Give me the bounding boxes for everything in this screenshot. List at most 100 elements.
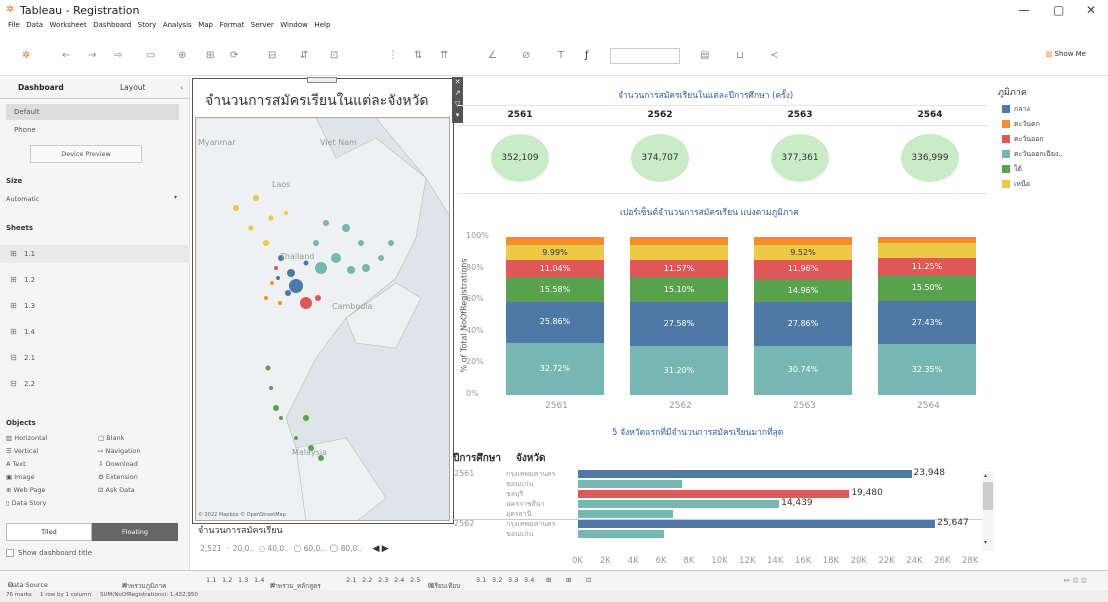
stacked-bar-segment[interactable]: 9.52% [754,244,852,260]
sheet-item[interactable]: ⊞ 1.1 [0,245,190,263]
hbar-bar[interactable] [578,500,780,508]
legend-next-icon[interactable]: ▶ [382,544,389,554]
save-icon[interactable]: ▭ [146,50,155,61]
menu-server[interactable]: Server [251,21,274,29]
clear-format-icon[interactable]: ƒ [585,50,589,61]
drag-handle[interactable] [307,77,337,83]
pin-icon[interactable]: ⊘ [522,50,530,61]
stacked-bar-segment[interactable]: 11.04% [506,260,604,278]
scroll-down-icon[interactable]: ▾ [984,539,987,546]
sheet-item[interactable]: ⊞ 1.2 [0,271,190,289]
map-province-bubble[interactable] [347,266,355,274]
label-icon[interactable]: T [558,50,564,61]
map-province-bubble[interactable] [274,266,278,270]
stacked-bar-segment[interactable]: 11.25% [878,258,976,277]
menu-format[interactable]: Format [220,21,245,29]
stacked-bar-segment[interactable]: 11.96% [754,259,852,279]
stacked-bar-segment[interactable]: 15.58% [506,277,604,303]
stacked-bar-segment[interactable]: 15.50% [878,276,976,301]
map-province-bubble[interactable] [276,276,280,280]
map-province-bubble[interactable] [253,195,259,201]
stacked-bar-segment[interactable]: 32.72% [506,343,604,395]
sheet-item[interactable]: ⊟ 2.1 [0,349,190,367]
stacked-bar-segment[interactable] [506,237,604,245]
stacked-bar-segment[interactable] [630,244,728,260]
sheet-tab[interactable]: 1.4 [254,576,264,584]
close-icon[interactable]: ✕ [1086,3,1096,17]
sheet-tab[interactable]: 2.2 [362,576,372,584]
stacked-bar-segment[interactable]: 11.57% [630,259,728,279]
sheet-tab[interactable]: 3.3 [508,576,518,584]
map-province-bubble[interactable] [294,436,298,440]
map-province-bubble[interactable] [278,301,282,305]
legend-item[interactable]: ใต้ [998,163,1106,178]
map-province-bubble[interactable] [342,224,350,232]
group-icon[interactable]: ⊡ [330,50,338,61]
stacked-bar-segment[interactable]: 31.20% [630,345,728,395]
device-phone[interactable]: Phone [14,126,36,134]
object-vertical[interactable]: ☰ Vertical [6,447,38,455]
total-bubble[interactable]: 352,109 [491,134,549,182]
object-text[interactable]: A Text [6,460,26,468]
map-province-bubble[interactable] [285,290,291,296]
go-to-sheet-icon[interactable]: ↗ [452,88,463,99]
tab-navigation-icon[interactable]: ▸▸ ▤ ▥ [1064,576,1087,584]
menu-window[interactable]: Window [280,21,308,29]
map-province-bubble[interactable] [300,297,312,309]
sort-desc-icon[interactable]: ⇈ [440,50,448,61]
object-ask-data[interactable]: ⊡ Ask Data [98,486,135,494]
province-map[interactable]: Myanmar Viet Nam Laos Thailand Cambodia … [195,117,450,521]
stacked-bar-segment[interactable] [878,237,976,244]
map-province-bubble[interactable] [358,240,364,246]
share-icon[interactable]: ≺ [770,50,778,61]
tiled-button[interactable]: Tiled [6,523,92,541]
sheet-tab[interactable]: 2.4 [394,576,404,584]
swap-icon[interactable]: ⊟ [268,50,276,61]
map-province-bubble[interactable] [331,253,341,263]
object-blank[interactable]: □ Blank [98,434,124,442]
sheet-tab[interactable]: 1.3 [238,576,248,584]
hbar-bar[interactable] [578,530,665,538]
map-province-bubble[interactable] [279,416,283,420]
container-controls[interactable]: ✕ ↗ ▽ ▾ [452,77,463,123]
stacked-bar-chart[interactable]: 100% 80% 60% 40% 20% 0% 32.72% 25.86% 15.58% 11.0… [466,227,996,417]
map-province-bubble[interactable] [362,264,370,272]
legend-prev-icon[interactable]: ◀ [372,544,379,554]
total-bubble[interactable]: 374,707 [631,134,689,182]
legend-item[interactable]: ตะวันออกเฉียง.. [998,148,1106,163]
scroll-up-icon[interactable]: ▴ [984,472,987,479]
map-province-bubble[interactable] [388,240,394,246]
sheet-item[interactable]: ⊟ 2.2 [0,375,190,393]
sheet-item[interactable]: ⊞ 1.4 [0,323,190,341]
object-horizontal[interactable]: ▥ Horizontal [6,434,47,442]
hbar-bar[interactable] [578,470,912,478]
device-icon[interactable]: ⊔ [736,50,744,61]
stacked-bar-segment[interactable]: 25.86% [506,302,604,344]
maximize-icon[interactable]: ▢ [1053,3,1064,17]
hbar-scrollbar[interactable]: ▴ ▾ [982,471,994,551]
stacked-bar-segment[interactable] [754,237,852,245]
map-province-bubble[interactable] [378,255,384,261]
sheet-item[interactable]: ⊞ 1.3 [0,297,190,315]
stacked-bar-segment[interactable]: 9.99% [506,244,604,261]
hbar-bar[interactable] [578,510,673,518]
new-story-tab-icon[interactable]: ⊡ [586,576,591,584]
stacked-bar-segment[interactable]: 14.96% [754,278,852,303]
show-me-button[interactable]: ▥ Show Me [1046,50,1086,58]
sheet-tab[interactable]: 2.1 [346,576,356,584]
device-default[interactable]: Default [6,104,179,120]
sheet-tab[interactable]: 2.3 [378,576,388,584]
tab-dashboard[interactable]: Dashboard [18,83,64,92]
map-province-bubble[interactable] [313,240,319,246]
sheet-tab[interactable]: 2.5 [410,576,420,584]
stacked-bar-segment[interactable]: 15.10% [630,278,728,303]
stacked-bar-segment[interactable]: 27.43% [878,300,976,344]
size-dropdown-icon[interactable]: ▾ [174,194,177,201]
device-preview-button[interactable]: Device Preview [30,145,142,163]
object-download[interactable]: ⇩ Download [98,460,138,468]
object-web-page[interactable]: ⊕ Web Page [6,486,46,494]
menu-dashboard[interactable]: Dashboard [93,21,131,29]
stacked-bar-segment[interactable]: 30.74% [754,346,852,395]
object-extension[interactable]: ⚙ Extension [98,473,138,481]
map-province-bubble[interactable] [284,211,288,215]
